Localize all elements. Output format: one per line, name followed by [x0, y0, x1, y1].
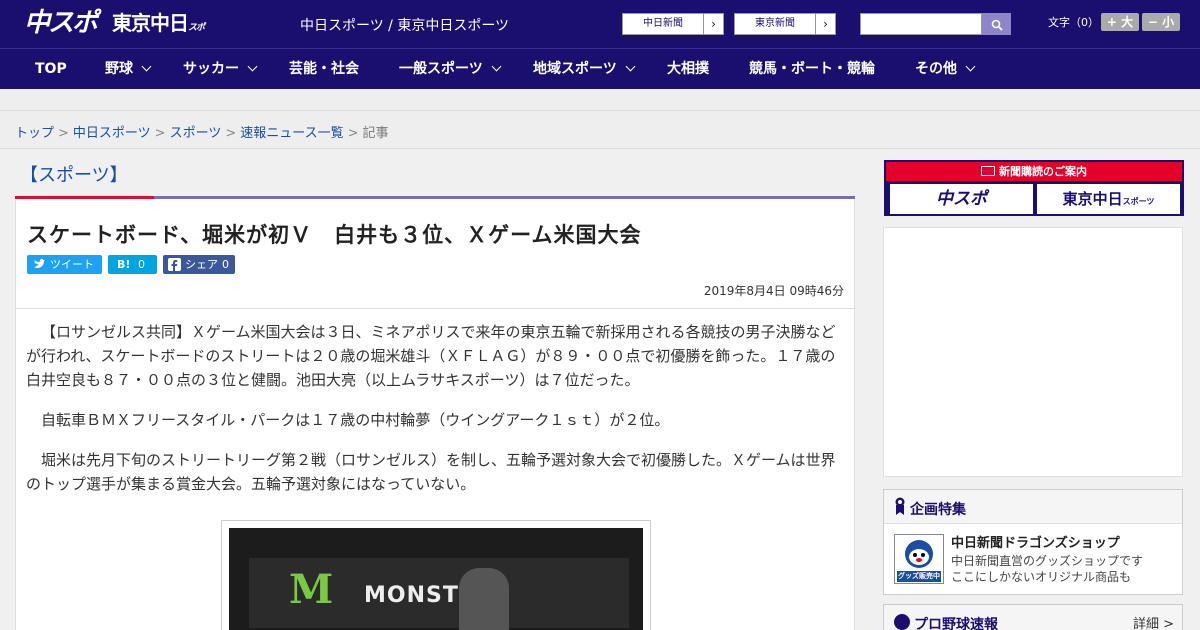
pro-baseball-details-link[interactable]: 詳細 >	[1133, 613, 1174, 630]
article-body: 【ロサンゼルス共同】Ｘゲーム米国大会は３日、ミネアポリスで来年の東京五輪で新採用…	[26, 320, 846, 512]
site-name: 中日スポーツ / 東京中日スポーツ	[300, 18, 510, 34]
nav-item-local-sports[interactable]: 地域スポーツ	[533, 49, 636, 90]
dragons-shop-thumbnail[interactable]: グッズ販売中	[894, 534, 944, 584]
chuspo-logo[interactable]: 中スポ	[24, 8, 100, 38]
twitter-icon	[33, 255, 45, 280]
breadcrumb-separator: >	[347, 126, 359, 141]
subscription-tokyo-logo[interactable]: 東京中日スポーツ	[1037, 184, 1180, 214]
nav-label: 地域スポーツ	[533, 61, 617, 77]
shop-thumbnail-label: グッズ販売中	[898, 572, 940, 580]
nav-item-sumo[interactable]: 大相撲	[667, 49, 709, 90]
nav-item-other[interactable]: その他	[915, 49, 976, 90]
main-nav: TOP 野球 サッカー 芸能・社会 一般スポーツ 地域スポーツ 大相撲 競馬・ボ…	[0, 48, 1200, 89]
baseball-icon	[894, 614, 910, 630]
breadcrumb-separator: >	[154, 126, 166, 141]
nav-label: 芸能・社会	[289, 61, 359, 77]
article-headline: スケートボード、堀米が初Ｖ 白井も３位、Ｘゲーム米国大会	[27, 223, 642, 247]
article-photo-frame: M MONSTER	[221, 520, 651, 630]
divider	[16, 308, 854, 309]
shop-description: 中日新聞直営のグッズショップです ここにしかないオリジナル商品も	[951, 553, 1177, 585]
category-heading: 【スポーツ】	[20, 165, 128, 186]
newspaper-icon	[981, 166, 995, 176]
breadcrumb-link-top[interactable]: トップ	[15, 126, 54, 141]
tokyo-shimbun-link[interactable]: 東京新聞 ›	[734, 13, 836, 35]
tweet-button[interactable]: ツイート	[27, 255, 102, 274]
shop-description-line: ここにしかないオリジナル商品も	[951, 570, 1132, 584]
shop-description-line: 中日新聞直営のグッズショップです	[951, 554, 1144, 568]
font-size-label: 文字（0）	[1048, 16, 1099, 29]
nav-label: 一般スポーツ	[399, 61, 483, 77]
chevron-down-icon	[491, 61, 502, 72]
nav-label: サッカー	[183, 61, 239, 77]
tweet-label: ツイート	[50, 258, 94, 271]
nav-label: その他	[915, 61, 957, 77]
chevron-right-icon: ›	[703, 14, 723, 34]
nav-item-soccer[interactable]: サッカー	[183, 49, 258, 90]
hatena-count: 0	[138, 258, 145, 271]
nav-label: 競馬・ボート・競輪	[749, 61, 875, 77]
chunichi-shimbun-label: 中日新聞	[643, 18, 683, 29]
facebook-icon	[168, 258, 181, 271]
article-paragraph: 自転車ＢＭＸフリースタイル・パークは１７歳の中村輪夢（ウイングアーク１ｓｔ）が２…	[41, 411, 670, 429]
chevron-down-icon	[965, 61, 976, 72]
subscription-tokyo-text: 東京中日	[1062, 190, 1123, 208]
nav-label: TOP	[35, 61, 67, 77]
breadcrumb: トップ > 中日スポーツ > スポーツ > 速報ニュース一覧 > 記事	[0, 112, 1200, 149]
top-header: 中スポ 東京中日スポーツ 中日スポーツ / 東京中日スポーツ 中日新聞 › 東京…	[0, 0, 1200, 64]
nav-label: 大相撲	[667, 61, 709, 77]
pro-baseball-box: プロ野球速報 詳細 >	[883, 604, 1183, 630]
chevron-right-icon: ›	[815, 14, 835, 34]
nav-item-entertainment[interactable]: 芸能・社会	[289, 49, 359, 90]
search-input[interactable]	[860, 13, 982, 35]
nav-item-baseball[interactable]: 野球	[105, 49, 152, 90]
facebook-share-label: シェア	[185, 258, 218, 271]
nav-label: 野球	[105, 61, 133, 77]
feature-title: 企画特集	[910, 502, 966, 518]
breadcrumb-separator: >	[58, 126, 69, 141]
subscription-chuspo-logo[interactable]: 中スポ	[890, 184, 1033, 214]
subscription-banner[interactable]: 新聞購読のご案内 中スポ 東京中日スポーツ	[884, 160, 1184, 216]
font-smaller-button[interactable]: − 小	[1142, 13, 1180, 31]
article-card: スケートボード、堀米が初Ｖ 白井も３位、Ｘゲーム米国大会 ツイート B! 0 シ…	[15, 199, 855, 630]
nav-item-racing[interactable]: 競馬・ボート・競輪	[749, 49, 875, 90]
shop-name-link[interactable]: 中日新聞ドラゴンズショップ	[951, 532, 1120, 551]
chunichi-shimbun-link[interactable]: 中日新聞 ›	[622, 13, 724, 35]
font-larger-button[interactable]: + 大	[1101, 13, 1139, 31]
publish-date: 2019年8月4日 09時46分	[703, 284, 844, 298]
nav-item-top[interactable]: TOP	[35, 49, 67, 90]
tokyo-logo-text: 東京中日	[112, 11, 189, 35]
search-icon	[991, 19, 1003, 31]
feature-box: 企画特集 グッズ販売中 中日新聞ドラゴンズショップ 中日新聞直営のグッズショップ…	[883, 489, 1183, 595]
nav-item-general-sports[interactable]: 一般スポーツ	[399, 49, 502, 90]
article-paragraph: 【ロサンゼルス共同】Ｘゲーム米国大会は３日、ミネアポリスで来年の東京五輪で新採用…	[26, 323, 836, 389]
chevron-down-icon	[247, 61, 258, 72]
pro-baseball-title: プロ野球速報	[914, 617, 998, 630]
breadcrumb-current: 記事	[362, 126, 389, 141]
feature-header: 企画特集	[884, 490, 1182, 524]
search-button[interactable]	[982, 13, 1011, 35]
tokyo-shimbun-label: 東京新聞	[755, 18, 795, 29]
subscription-tokyo-small: スポーツ	[1122, 197, 1155, 206]
advertisement-slot	[883, 227, 1183, 477]
breadcrumb-link-news-list[interactable]: 速報ニュース一覧	[240, 126, 343, 141]
chevron-down-icon	[625, 61, 636, 72]
breadcrumb-separator: >	[225, 126, 237, 141]
facebook-share-button[interactable]: シェア 0	[163, 255, 235, 274]
facebook-share-count: 0	[222, 258, 229, 271]
hatena-bookmark-button[interactable]: B! 0	[108, 255, 157, 274]
breadcrumb-link-sports[interactable]: スポーツ	[170, 126, 222, 141]
chevron-down-icon	[141, 61, 152, 72]
tokyo-chunichi-logo[interactable]: 東京中日スポーツ	[112, 10, 208, 64]
ad-band	[0, 89, 1200, 111]
article-photo[interactable]: M MONSTER	[229, 528, 643, 630]
skater-figure	[459, 568, 509, 630]
ribbon-icon	[895, 497, 905, 515]
subscription-title: 新聞購読のご案内	[886, 162, 1182, 181]
article-paragraph: 堀米は先月下旬のストリートリーグ第２戦（ロサンゼルス）を制し、五輪予選対象大会で…	[26, 451, 836, 493]
breadcrumb-link-chunichi-sports[interactable]: 中日スポーツ	[73, 126, 151, 141]
subscription-title-text: 新聞購読のご案内	[999, 165, 1087, 178]
hatena-icon: B!	[117, 258, 131, 271]
monster-claw-logo: M	[289, 566, 334, 613]
